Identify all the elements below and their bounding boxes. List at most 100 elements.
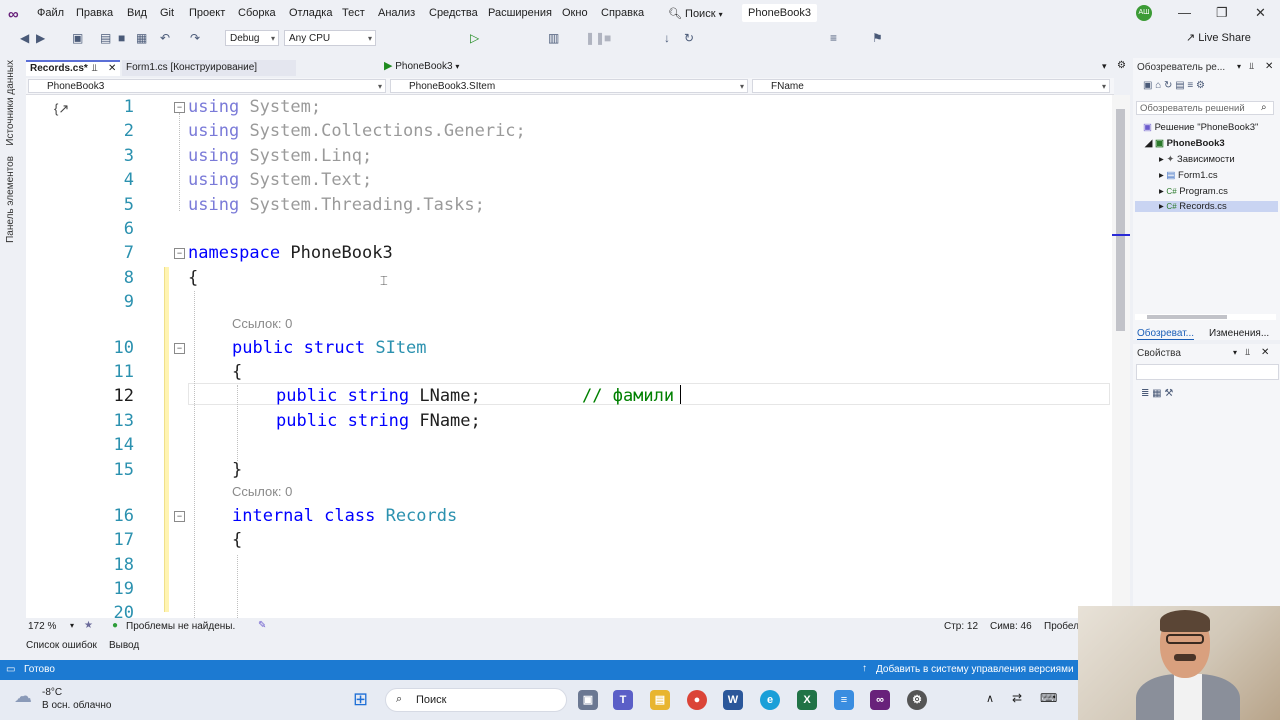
- comment-icon[interactable]: ≡: [830, 31, 837, 45]
- chevron-right-icon[interactable]: ▸: [1159, 170, 1164, 181]
- file-explorer-icon[interactable]: ▤: [650, 690, 670, 710]
- step-into-icon[interactable]: ↓: [664, 31, 670, 45]
- weather-cloud-icon[interactable]: ☁: [14, 686, 32, 707]
- tree-item-form1[interactable]: ▸ ▤ Form1.cs: [1159, 170, 1218, 181]
- chevron-right-icon[interactable]: ▸: [1159, 201, 1164, 212]
- maximize-icon[interactable]: ❐: [1216, 5, 1228, 21]
- app-icon[interactable]: ⚙: [907, 690, 927, 710]
- whitespace-indicator[interactable]: Пробел: [1044, 621, 1079, 632]
- properties-object-select[interactable]: [1136, 364, 1279, 380]
- menu-analyze[interactable]: Анализ: [378, 7, 415, 19]
- forward-icon[interactable]: ▶: [36, 31, 45, 45]
- search-icon[interactable]: ⌕: [1261, 102, 1267, 113]
- open-folder-icon[interactable]: ▤: [100, 31, 111, 45]
- excel-icon[interactable]: X: [797, 690, 817, 710]
- tab-records-cs[interactable]: Records.cs* ⫫ ✕: [26, 60, 120, 76]
- menu-edit[interactable]: Правка: [76, 7, 113, 19]
- stop-icon[interactable]: ■: [604, 31, 611, 45]
- configuration-select[interactable]: Debug ▾: [225, 30, 279, 46]
- expand-icon[interactable]: ◢: [1145, 138, 1152, 149]
- weather-description[interactable]: В осн. облачно: [42, 700, 111, 711]
- menu-debug[interactable]: Отладка: [289, 7, 332, 19]
- save-all-icon[interactable]: ▦: [136, 31, 147, 45]
- task-view-icon[interactable]: ▣: [578, 690, 598, 710]
- run-without-debugging-icon[interactable]: ▷: [470, 31, 479, 45]
- new-item-icon[interactable]: ▣: [72, 31, 83, 45]
- tab-solution-explorer[interactable]: Обозреват...: [1137, 328, 1195, 340]
- close-tab-icon[interactable]: ✕: [108, 62, 116, 76]
- zoom-level[interactable]: 172 %: [28, 621, 56, 632]
- properties-toolbar-icons[interactable]: ≣ ▦ ⚒: [1141, 388, 1173, 399]
- tray-icon[interactable]: ⌨: [1040, 691, 1057, 705]
- data-sources-tab[interactable]: Источники данных: [5, 60, 16, 146]
- undo-icon[interactable]: ↶: [160, 31, 170, 45]
- collapse-icon[interactable]: −: [174, 511, 185, 522]
- menu-build[interactable]: Сборка: [238, 7, 276, 19]
- codelens-references[interactable]: Ссылок: 0: [232, 484, 292, 499]
- pin-icon[interactable]: ⫫: [1245, 347, 1250, 358]
- avatar[interactable]: АШ: [1136, 5, 1152, 21]
- problems-status[interactable]: Проблемы не найдены.: [126, 621, 235, 632]
- intellicode-icon[interactable]: ★: [84, 620, 93, 631]
- back-icon[interactable]: ◀: [20, 31, 29, 45]
- tab-output[interactable]: Вывод: [109, 640, 139, 651]
- pin-icon[interactable]: ⫫: [92, 62, 98, 76]
- line-indicator[interactable]: Стр: 12: [944, 621, 978, 632]
- chevron-down-icon[interactable]: ▾: [1233, 348, 1237, 357]
- close-icon[interactable]: ✕: [1265, 61, 1273, 72]
- chevron-right-icon[interactable]: ▸: [1159, 154, 1164, 165]
- toolbar-icon[interactable]: ▥: [548, 31, 559, 45]
- codelens-references[interactable]: Ссылок: 0: [232, 316, 292, 331]
- menu-view[interactable]: Вид: [127, 7, 147, 19]
- tray-icon[interactable]: ⇄: [1012, 691, 1022, 705]
- search-button[interactable]: 🔍︎ Поиск ▾: [668, 7, 723, 20]
- tab-git-changes[interactable]: Изменения...: [1209, 328, 1269, 339]
- solution-search-input[interactable]: Обозреватель решений: [1136, 101, 1274, 115]
- menu-tools[interactable]: Средства: [429, 7, 478, 19]
- collapse-icon[interactable]: −: [174, 248, 185, 259]
- weather-temperature[interactable]: -8°C: [42, 687, 62, 698]
- menu-test[interactable]: Тест: [342, 7, 365, 19]
- teams-icon[interactable]: T: [613, 690, 633, 710]
- member-dropdown[interactable]: FName ▾: [752, 79, 1110, 93]
- project-dropdown[interactable]: PhoneBook3 ▾: [28, 79, 386, 93]
- column-indicator[interactable]: Симв: 46: [990, 621, 1032, 632]
- visual-studio-icon[interactable]: ∞: [870, 690, 890, 710]
- menu-extensions[interactable]: Расширения: [488, 7, 552, 19]
- tree-item-program[interactable]: ▸ C# Program.cs: [1159, 186, 1228, 197]
- brush-icon[interactable]: ✎: [258, 620, 266, 631]
- live-share-button[interactable]: ↗ Live Share: [1186, 31, 1251, 44]
- tree-item-dependencies[interactable]: ▸ ✦ Зависимости: [1159, 154, 1235, 165]
- menu-git[interactable]: Git: [160, 7, 174, 19]
- minimize-icon[interactable]: —: [1178, 5, 1191, 20]
- toolbox-tab[interactable]: Панель элементов: [5, 156, 16, 243]
- tree-item-solution[interactable]: ▣ Решение "PhoneBook3": [1143, 122, 1258, 133]
- collapse-icon[interactable]: −: [174, 343, 185, 354]
- add-to-source-control[interactable]: Добавить в систему управления версиями: [876, 664, 1074, 675]
- edge-icon[interactable]: e: [760, 690, 780, 710]
- start-debugging-button[interactable]: ▶ PhoneBook3 ▾: [384, 59, 459, 72]
- scrollbar-thumb[interactable]: [1116, 109, 1125, 331]
- editor-vertical-scrollbar[interactable]: [1112, 95, 1130, 618]
- tab-form1-designer[interactable]: Form1.cs [Конструирование]: [122, 60, 296, 76]
- platform-select[interactable]: Any CPU ▾: [284, 30, 376, 46]
- word-icon[interactable]: W: [723, 690, 743, 710]
- menu-help[interactable]: Справка: [601, 7, 644, 19]
- tree-item-project[interactable]: ◢ ▣ PhoneBook3: [1145, 138, 1225, 149]
- horizontal-scrollbar[interactable]: [1135, 314, 1276, 320]
- menu-file[interactable]: Файл: [37, 7, 64, 19]
- pause-icon[interactable]: ❚❚: [585, 31, 605, 45]
- redo-icon[interactable]: ↷: [190, 31, 200, 45]
- step-over-icon[interactable]: ↻: [684, 31, 694, 45]
- windows-start-icon[interactable]: ⊞: [353, 689, 368, 710]
- chevron-up-icon[interactable]: ∧: [986, 692, 994, 705]
- notepad-icon[interactable]: ≡: [834, 690, 854, 710]
- type-dropdown[interactable]: PhoneBook3.SItem ▾: [390, 79, 748, 93]
- tab-error-list[interactable]: Список ошибок: [26, 640, 97, 651]
- menu-window[interactable]: Окно: [562, 7, 588, 19]
- code-editor[interactable]: {↗ 1 2 3 4 5 6 7 8 9 10 11 12 13 14 15 1…: [26, 95, 1112, 618]
- collapse-icon[interactable]: −: [174, 102, 185, 113]
- close-icon[interactable]: ✕: [1261, 347, 1269, 358]
- chevron-down-icon[interactable]: ▾: [1237, 62, 1241, 71]
- scrollbar-thumb[interactable]: [1147, 315, 1227, 319]
